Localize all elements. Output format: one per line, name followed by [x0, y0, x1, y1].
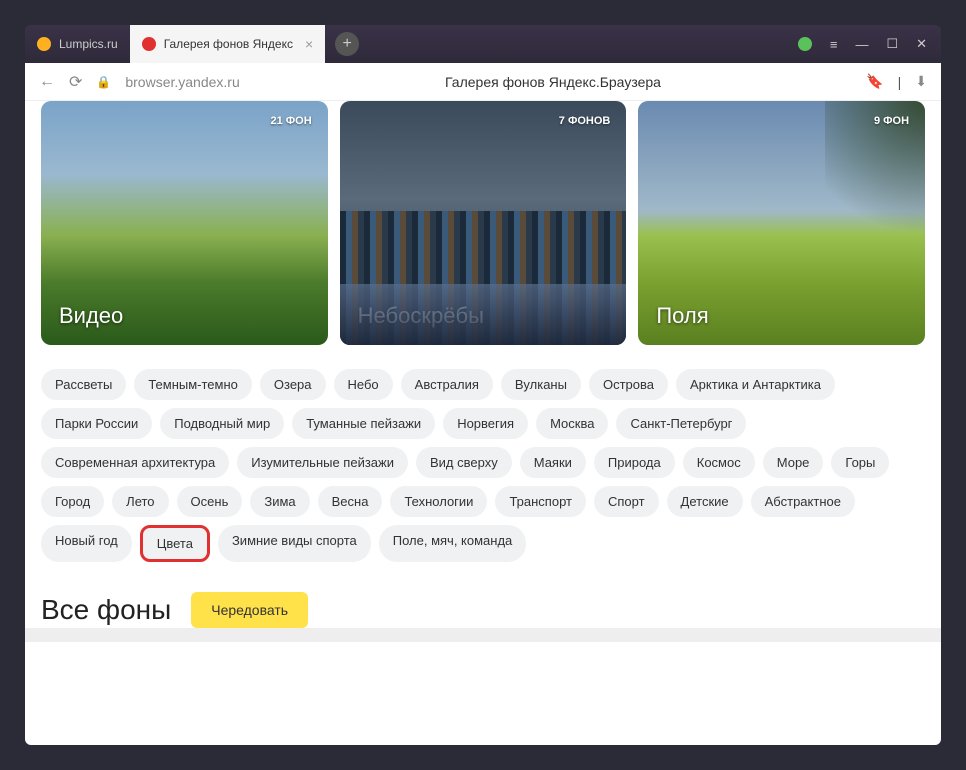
tag-item[interactable]: Рассветы: [41, 369, 126, 400]
tag-item[interactable]: Современная архитектура: [41, 447, 229, 478]
yandex-icon: [142, 37, 156, 51]
tag-item[interactable]: Острова: [589, 369, 668, 400]
tag-item[interactable]: Небо: [334, 369, 393, 400]
tag-item[interactable]: Спорт: [594, 486, 659, 517]
tag-list: Рассветы Темным-темно Озера Небо Австралия Ву…: [41, 369, 925, 562]
tag-item[interactable]: Природа: [594, 447, 675, 478]
tag-item[interactable]: Новый год: [41, 525, 132, 562]
tab-gallery[interactable]: Галерея фонов Яндекс ×: [130, 25, 325, 63]
tab-label: Lumpics.ru: [59, 37, 118, 51]
card-badge: 9 ФОН: [874, 115, 909, 127]
tag-item[interactable]: Детские: [667, 486, 743, 517]
menu-icon[interactable]: ≡: [830, 37, 838, 52]
card-title: Поля: [656, 303, 708, 329]
tag-item[interactable]: Парки России: [41, 408, 152, 439]
card-skyscrapers[interactable]: 7 ФОНОВ Небоскрёбы: [340, 101, 627, 345]
lock-icon: 🔒: [96, 75, 111, 89]
tag-item[interactable]: Вулканы: [501, 369, 581, 400]
site-icon: [37, 37, 51, 51]
tag-item[interactable]: Темным-темно: [134, 369, 252, 400]
minimize-button[interactable]: —: [855, 37, 868, 52]
tag-item[interactable]: Транспорт: [495, 486, 586, 517]
tag-item[interactable]: Весна: [318, 486, 383, 517]
tag-item[interactable]: Арктика и Антарктика: [676, 369, 835, 400]
category-cards: 21 ФОН Видео 7 ФОНОВ Небоскрёбы 9 ФОН По…: [41, 101, 925, 345]
tab-lumpics[interactable]: Lumpics.ru: [25, 25, 130, 63]
divider: |: [898, 74, 902, 90]
url-text[interactable]: browser.yandex.ru: [125, 74, 239, 90]
card-badge: 7 ФОНОВ: [559, 115, 611, 127]
tag-item[interactable]: Санкт-Петербург: [616, 408, 746, 439]
download-icon[interactable]: ⬇: [915, 73, 927, 90]
tag-item[interactable]: Маяки: [520, 447, 586, 478]
tab-label: Галерея фонов Яндекс: [164, 37, 293, 51]
shuffle-button[interactable]: Чередовать: [191, 592, 308, 628]
tag-item[interactable]: Море: [763, 447, 824, 478]
card-title: Видео: [59, 303, 123, 329]
card-title: Небоскрёбы: [358, 303, 484, 329]
address-bar: ← ⟳ 🔒 browser.yandex.ru Галерея фонов Ян…: [25, 63, 941, 101]
tag-item[interactable]: Цвета: [140, 525, 210, 562]
tag-item[interactable]: Зима: [250, 486, 309, 517]
card-fields[interactable]: 9 ФОН Поля: [638, 101, 925, 345]
tag-item[interactable]: Технологии: [390, 486, 487, 517]
tag-item[interactable]: Вид сверху: [416, 447, 512, 478]
reload-button[interactable]: ⟳: [69, 72, 82, 92]
bookmark-icon[interactable]: 🔖: [866, 73, 883, 90]
tag-item[interactable]: Осень: [177, 486, 243, 517]
close-icon[interactable]: ×: [305, 36, 313, 52]
tag-item[interactable]: Австралия: [401, 369, 493, 400]
maximize-button[interactable]: ☐: [886, 36, 898, 52]
page-title: Галерея фонов Яндекс.Браузера: [254, 74, 852, 90]
all-backgrounds-heading: Все фоны: [41, 594, 171, 626]
tag-item[interactable]: Космос: [683, 447, 755, 478]
card-badge: 21 ФОН: [270, 115, 311, 127]
tag-item[interactable]: Москва: [536, 408, 608, 439]
extension-icon[interactable]: [798, 37, 812, 51]
tag-item[interactable]: Город: [41, 486, 104, 517]
tag-item[interactable]: Абстрактное: [751, 486, 855, 517]
tag-item[interactable]: Лето: [112, 486, 168, 517]
tag-item[interactable]: Норвегия: [443, 408, 528, 439]
tag-item[interactable]: Подводный мир: [160, 408, 284, 439]
tag-item[interactable]: Озера: [260, 369, 326, 400]
card-video[interactable]: 21 ФОН Видео: [41, 101, 328, 345]
tag-item[interactable]: Изумительные пейзажи: [237, 447, 408, 478]
tag-item[interactable]: Туманные пейзажи: [292, 408, 435, 439]
tag-item[interactable]: Горы: [831, 447, 889, 478]
close-button[interactable]: ✕: [916, 36, 927, 52]
tag-item[interactable]: Поле, мяч, команда: [379, 525, 527, 562]
tag-item[interactable]: Зимние виды спорта: [218, 525, 371, 562]
new-tab-button[interactable]: +: [335, 32, 359, 56]
back-button[interactable]: ←: [39, 73, 55, 91]
titlebar: Lumpics.ru Галерея фонов Яндекс × + ≡ — …: [25, 25, 941, 63]
window-controls: ≡ — ☐ ✕: [784, 25, 941, 63]
horizontal-scrollbar[interactable]: [25, 628, 941, 642]
